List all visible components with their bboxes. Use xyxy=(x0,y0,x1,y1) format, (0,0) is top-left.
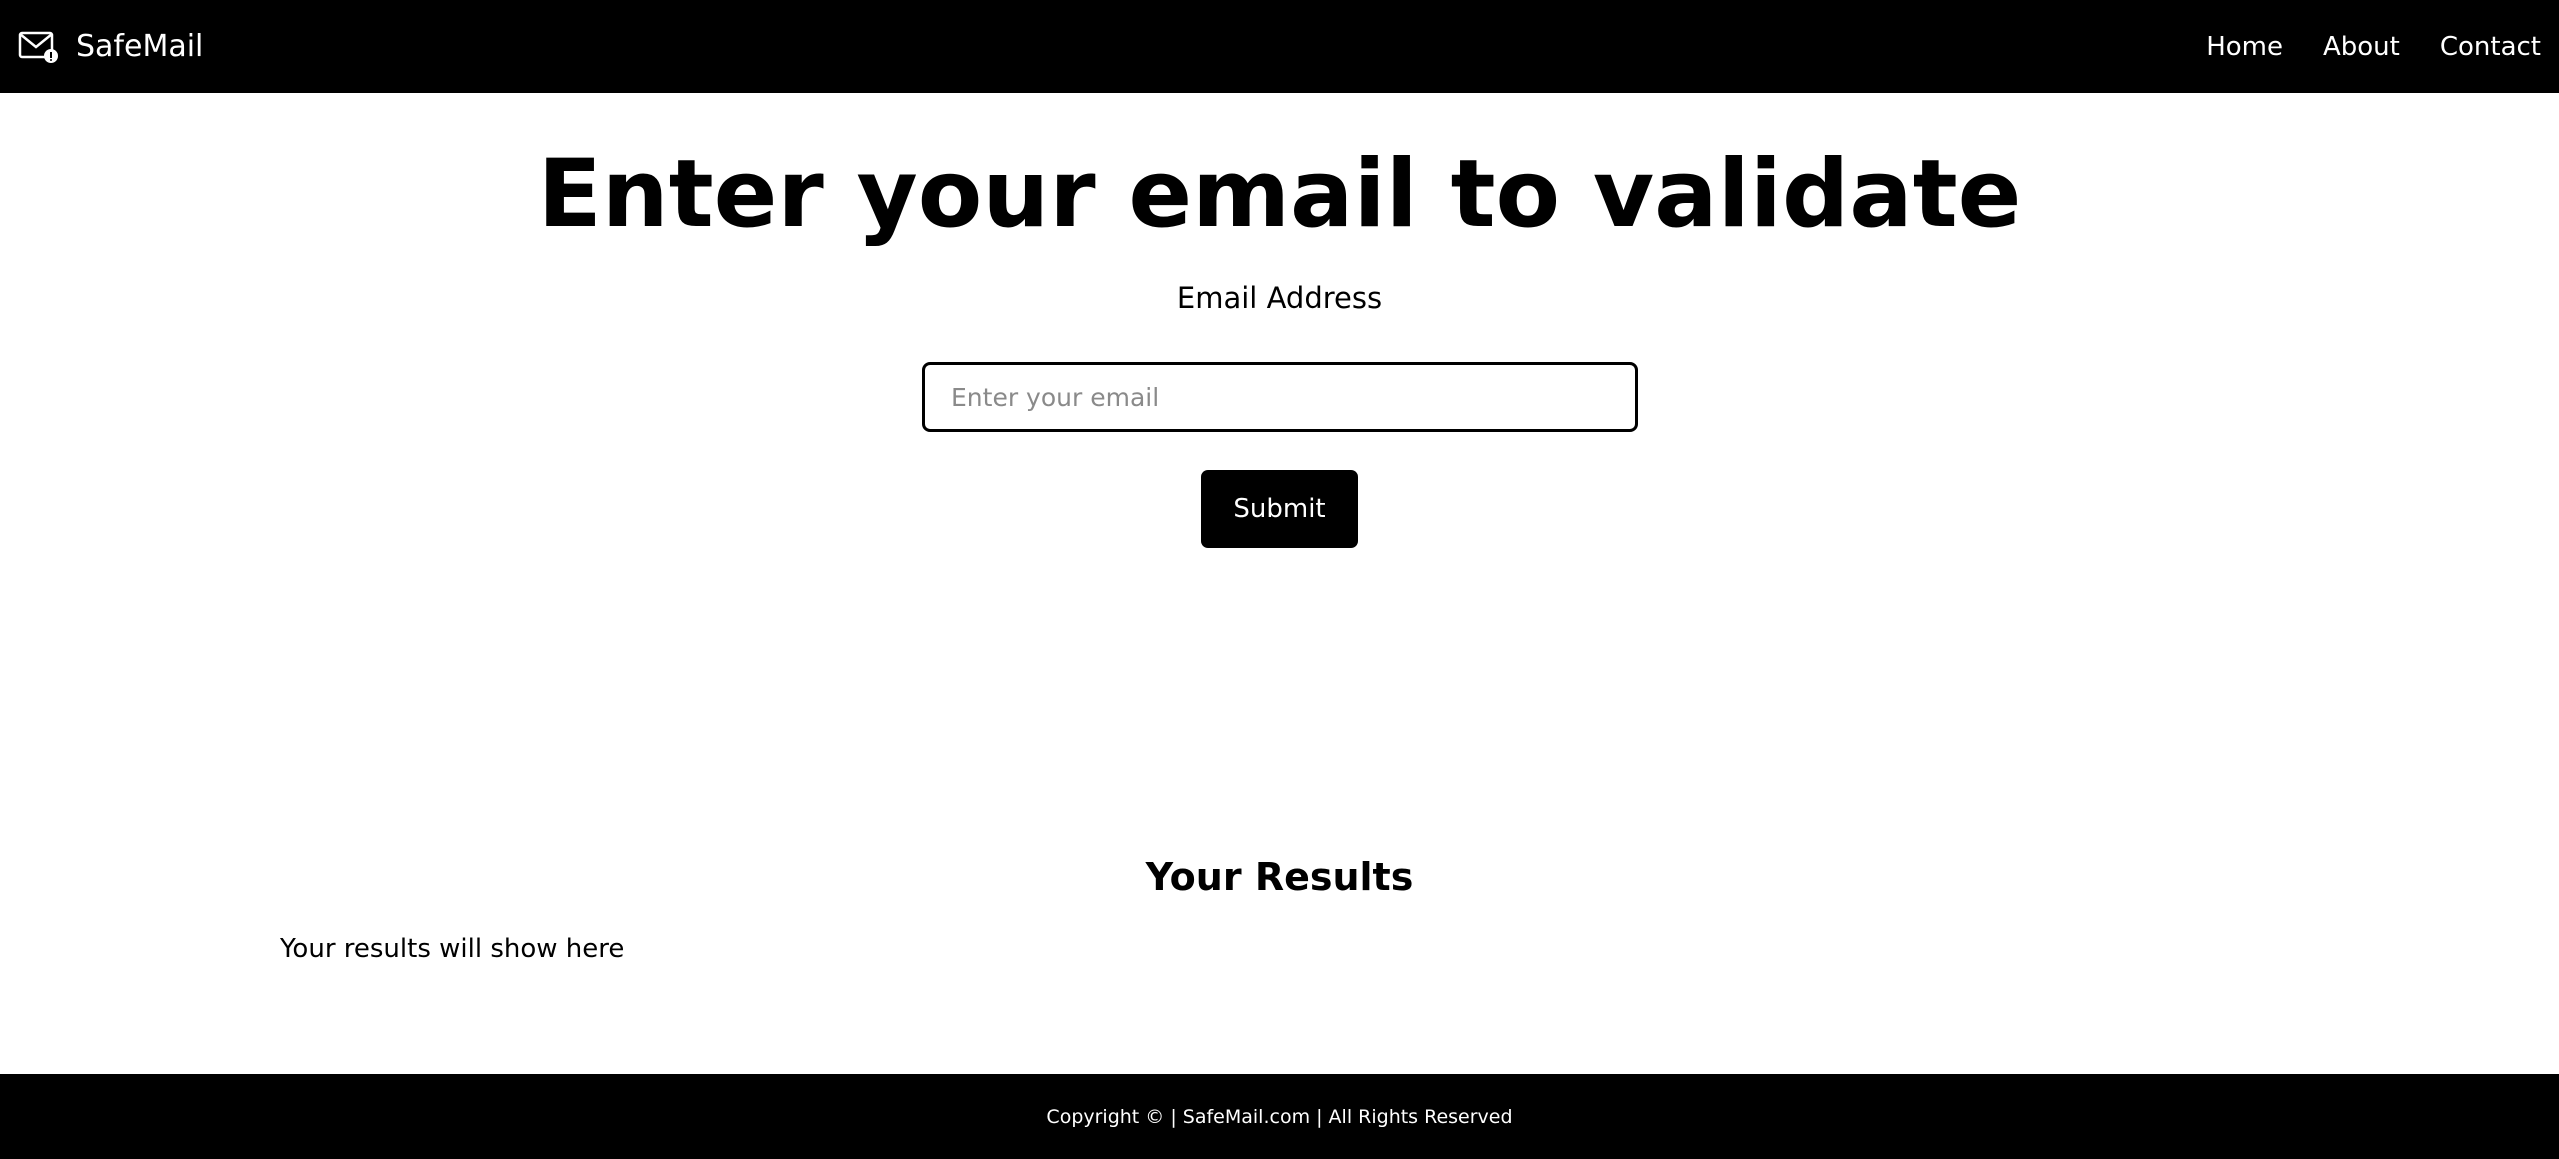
page-title: Enter your email to validate xyxy=(537,140,2022,249)
submit-button[interactable]: Submit xyxy=(1201,470,1358,548)
footer: Copyright © | SafeMail.com | All Rights … xyxy=(0,1074,2559,1159)
results-text: Your results will show here xyxy=(280,934,625,964)
email-label: Email Address xyxy=(1176,281,1383,315)
envelope-badge-icon xyxy=(18,29,58,65)
brand-link[interactable]: SafeMail xyxy=(18,29,203,65)
email-input[interactable] xyxy=(922,362,1638,432)
nav-link-about[interactable]: About xyxy=(2323,32,2400,62)
nav-link-home[interactable]: Home xyxy=(2206,32,2283,62)
top-navbar: SafeMail Home About Contact xyxy=(0,0,2559,93)
footer-copyright: Copyright © | SafeMail.com | All Rights … xyxy=(1046,1105,1513,1128)
results-title: Your Results xyxy=(1145,855,1414,899)
nav-link-contact[interactable]: Contact xyxy=(2440,32,2541,62)
nav-links: Home About Contact xyxy=(2166,32,2541,62)
brand-name: SafeMail xyxy=(76,29,204,64)
